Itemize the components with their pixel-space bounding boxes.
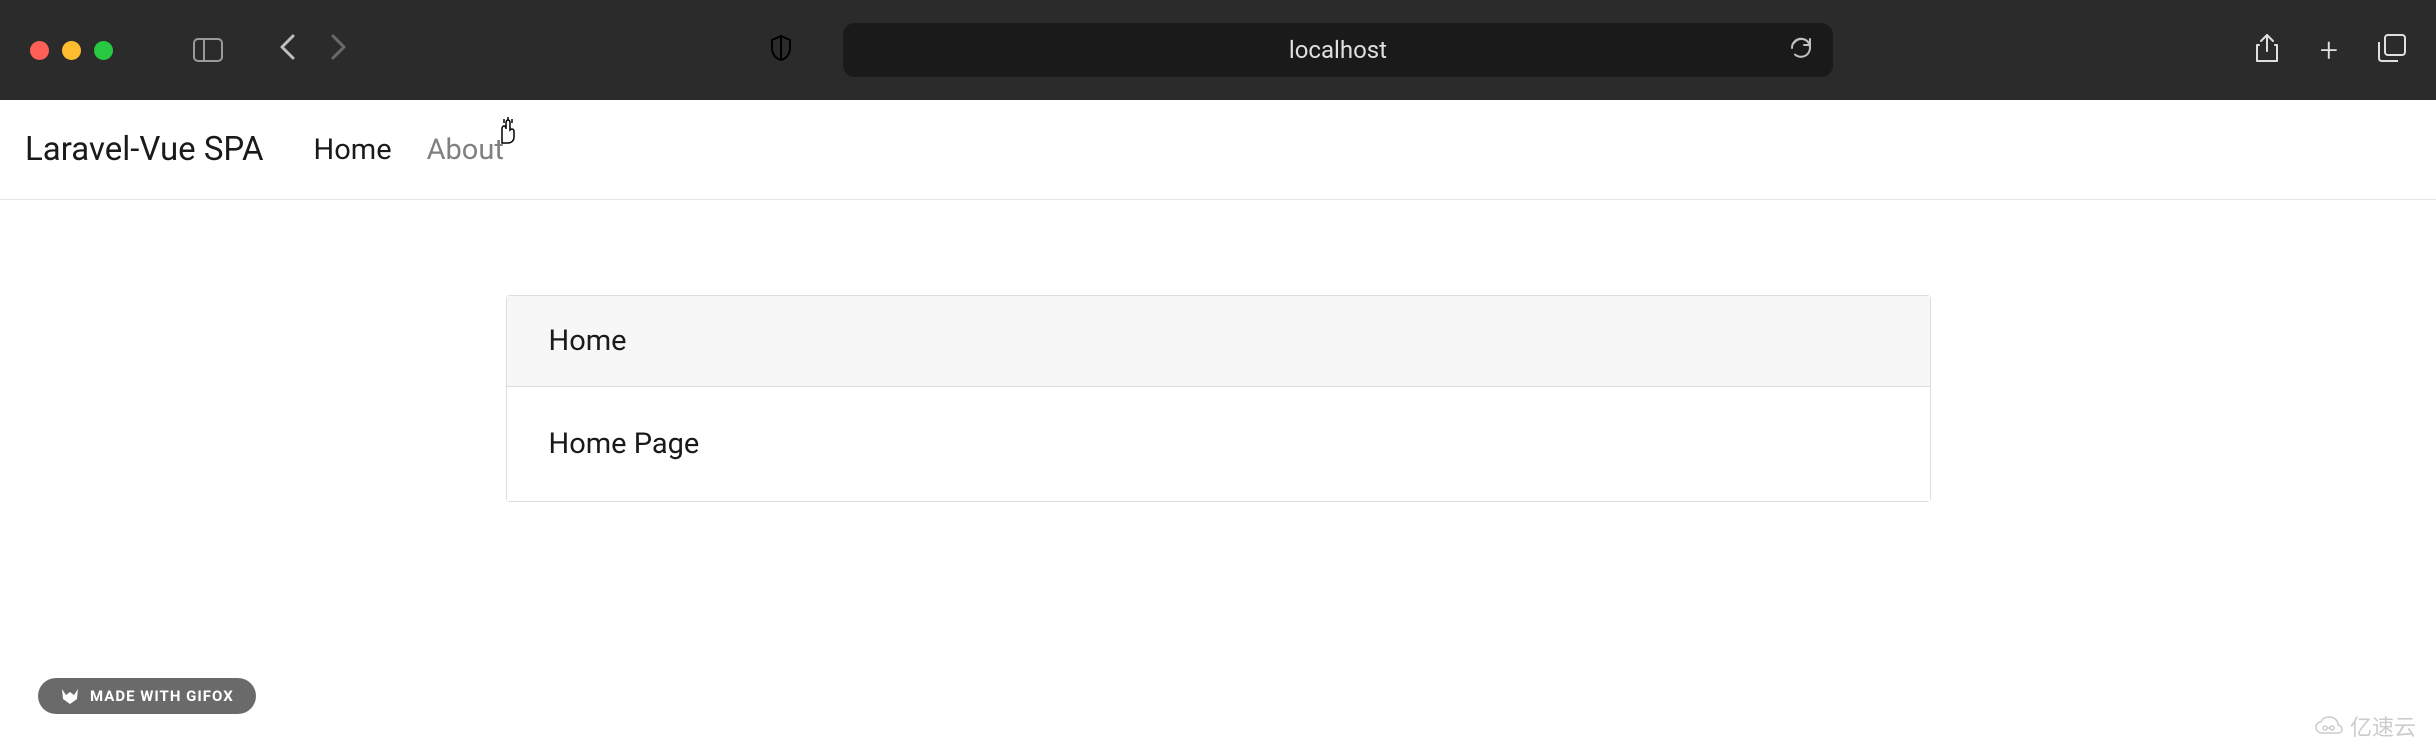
card-header: Home [507,296,1930,387]
minimize-window-button[interactable] [62,41,81,60]
nav-arrows [278,33,348,68]
right-controls: + [2254,31,2406,69]
badge-text: MADE WITH GIFOX [90,687,234,705]
browser-chrome: localhost + [0,0,2436,100]
content-card: Home Home Page [506,295,1931,502]
new-tab-icon[interactable]: + [2320,31,2338,69]
tabs-overview-icon[interactable] [2378,34,2406,66]
back-button[interactable] [278,33,298,68]
sidebar-toggle-icon[interactable] [193,38,223,62]
nav-link-home[interactable]: Home [314,133,392,167]
address-bar[interactable]: localhost [843,23,1833,77]
app-navbar: Laravel-Vue SPA Home About [0,100,2436,200]
card-body: Home Page [507,387,1930,501]
watermark-text: 亿速云 [2350,710,2416,742]
gifox-badge: MADE WITH GIFOX [38,678,256,714]
cloud-icon [2314,715,2344,737]
url-text: localhost [1289,36,1387,64]
watermark: 亿速云 [2314,710,2416,742]
fox-icon [60,687,80,705]
nav-link-about[interactable]: About [427,133,504,167]
reload-icon[interactable] [1789,36,1813,64]
close-window-button[interactable] [30,41,49,60]
share-icon[interactable] [2254,33,2280,67]
traffic-lights [30,41,113,60]
forward-button[interactable] [328,33,348,68]
brand-title[interactable]: Laravel-Vue SPA [25,130,264,169]
privacy-shield-icon[interactable] [769,34,793,66]
nav-links: Home About [314,133,504,167]
content-wrap: Home Home Page [0,200,2436,502]
maximize-window-button[interactable] [94,41,113,60]
